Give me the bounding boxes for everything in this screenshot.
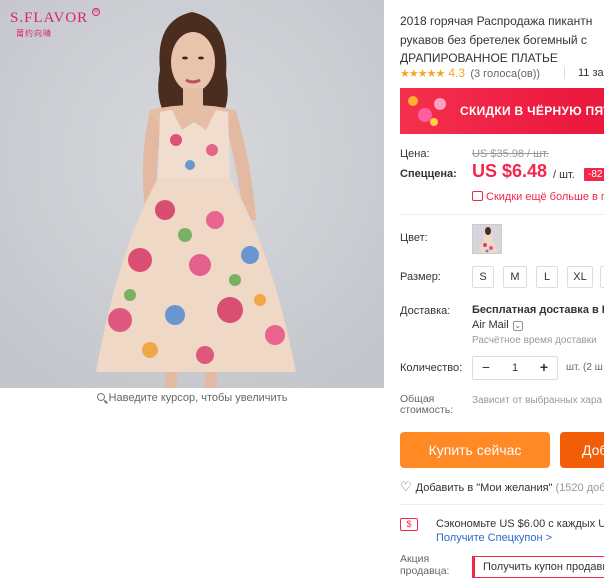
special-price-label: Спеццена: (400, 168, 457, 180)
product-info: 2018 горячая Распродажа пикантн рукавов … (400, 0, 604, 582)
shipping-title: Бесплатная доставка в Ru (472, 304, 604, 316)
old-price: US $35.98 / шт. (472, 148, 549, 160)
size-option-xl[interactable]: XL (567, 266, 593, 288)
title-line-1: 2018 горячая Распродажа пикантн (400, 14, 593, 28)
extra-discount-text: Скидки ещё больше в пр (486, 191, 604, 203)
quantity-note: шт. (2 ш (566, 362, 603, 373)
wishlist-count: (1520 доба (555, 482, 604, 494)
brand-subtitle: 莆约向晴 (16, 29, 52, 38)
add-to-cart-button[interactable]: Доб (560, 432, 604, 468)
total-label: Общая стоимость: (400, 393, 454, 416)
heart-icon: ♡ (400, 479, 412, 494)
chevron-down-icon[interactable]: ⌄ (512, 321, 523, 331)
color-swatch[interactable] (472, 224, 502, 254)
divider (400, 214, 604, 215)
quantity-label: Количество: (400, 362, 463, 374)
quantity-increase-button[interactable]: + (531, 357, 557, 379)
title-line-2: рукавов без бретелек богемный с (400, 32, 587, 47)
shipping-method[interactable]: Air Mail ⌄ (472, 319, 523, 331)
black-friday-banner[interactable]: СКИДКИ В ЧЁРНУЮ ПЯТ (400, 88, 604, 134)
divider (400, 504, 604, 505)
shipping-method-text: Air Mail (472, 319, 509, 331)
price-unit: / шт. (553, 169, 575, 181)
color-label: Цвет: (400, 232, 428, 244)
delivery-time: Расчётное время доставки (472, 335, 597, 346)
buy-now-button[interactable]: Купить сейчас (400, 432, 550, 468)
coupon-savings-text: Сэкономьте US $6.00 с каждых US $ (436, 518, 604, 530)
size-label: Размер: (400, 271, 441, 283)
product-image[interactable]: S.FLAVOR 莆约向晴 R (0, 0, 384, 388)
add-to-wishlist[interactable]: ♡Добавить в "Мои желания" (1520 доба (400, 479, 604, 495)
banner-text: СКИДКИ В ЧЁРНУЮ ПЯТ (460, 104, 604, 118)
magnifier-icon (96, 393, 105, 401)
rating-stars-icon: ★★★★★ (400, 68, 445, 80)
seller-promo-label: Акция продавца: (400, 553, 450, 577)
total-value: Зависит от выбранных хара (472, 395, 603, 406)
shipping-label: Доставка: (400, 305, 451, 317)
discount-badge: -82 (584, 168, 604, 181)
zoom-hint: Наведите курсор, чтобы увеличить (0, 392, 384, 404)
rating-divider (564, 67, 565, 79)
price-label: Цена: (400, 148, 430, 160)
product-title[interactable]: 2018 горячая Распродажа пикантн рукавов … (400, 12, 604, 68)
dress-photo (0, 0, 384, 388)
brand-name: S.FLAVOR (10, 10, 89, 26)
rating[interactable]: ★★★★★ 4.3 (3 голоса(ов)) (400, 66, 540, 80)
quantity-decrease-button[interactable]: − (473, 357, 499, 379)
get-seller-coupon-button[interactable]: Получить купон продавц (472, 556, 604, 578)
wishlist-text: Добавить в "Мои желания" (415, 482, 553, 494)
size-option-more[interactable] (600, 266, 604, 288)
title-line-3: ДРАПИРОВАННОЕ ПЛАТЬЕ (400, 51, 558, 65)
registered-mark-icon: R (92, 8, 100, 16)
quantity-stepper: − 1 + (472, 356, 558, 380)
orders-count: 11 за (578, 67, 604, 79)
extra-discount-link[interactable]: Скидки ещё больше в пр (472, 191, 604, 203)
size-option-l[interactable]: L (536, 266, 558, 288)
coupon-tag-icon (472, 191, 483, 201)
zoom-hint-text: Наведите курсор, чтобы увеличить (108, 392, 288, 404)
swatch-dress-thumbnail (473, 225, 501, 253)
get-coupon-link[interactable]: Получите Спецкупон > (436, 532, 552, 544)
rating-count[interactable]: (3 голоса(ов)) (470, 68, 540, 80)
quantity-input[interactable]: 1 (499, 357, 531, 379)
coupon-icon: $ (400, 518, 418, 531)
size-option-m[interactable]: M (503, 266, 527, 288)
current-price: US $6.48 (472, 161, 548, 181)
brand-logo: S.FLAVOR 莆约向晴 (10, 10, 100, 44)
size-option-s[interactable]: S (472, 266, 494, 288)
rating-value: 4.3 (448, 66, 465, 80)
